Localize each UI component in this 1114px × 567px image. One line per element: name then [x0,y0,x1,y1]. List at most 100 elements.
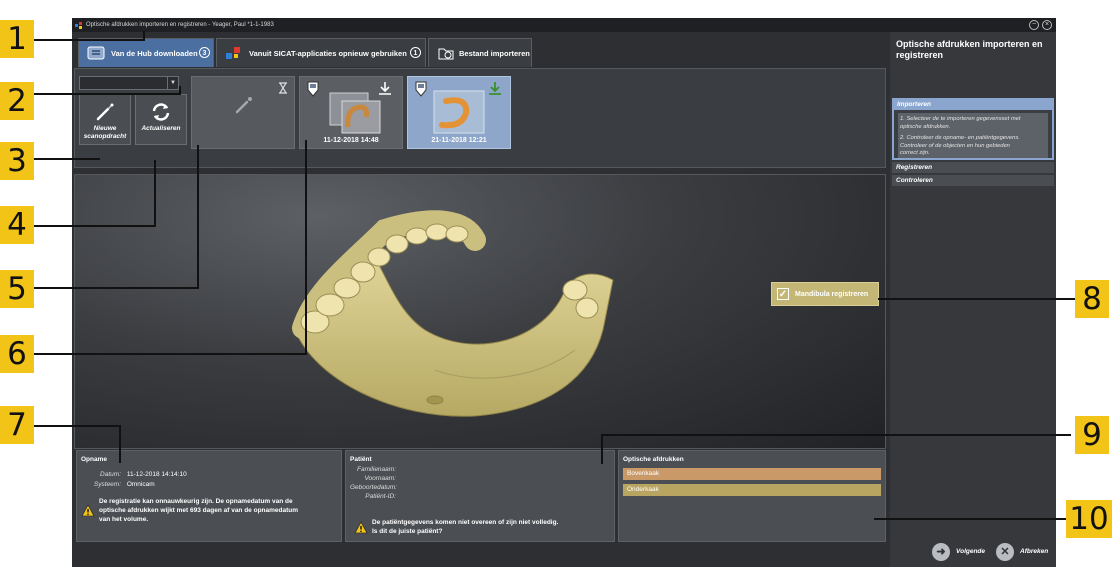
callout-5: 5 [0,270,34,308]
chevron-down-icon: ▼ [167,77,178,89]
sicat-apps-icon [226,47,240,59]
refresh-icon [152,103,170,121]
impression-upper-jaw[interactable]: Bovenkaak [623,468,881,480]
folder-search-icon [438,48,454,60]
leader-line-6b [305,140,307,355]
step-import[interactable]: Importeren 1. Selecteer de te importeren… [892,98,1054,160]
leader-line-2 [34,93,180,95]
next-button[interactable]: ➜ Volgende [932,540,992,564]
tile-date: 11-12-2018 14:48 [323,137,379,144]
leader-line-4b [154,160,156,227]
callout-10: 10 [1066,500,1112,538]
callout-6: 6 [0,335,34,373]
callout-2: 2 [0,82,34,120]
leader-line-9b [601,434,603,464]
close-icon[interactable]: × [1042,20,1052,30]
tab-sicat-label: Vanuit SICAT-applicaties opnieuw gebruik… [249,49,407,58]
patient-warning: De patiëntgegevens komen niet overeen of… [372,519,559,535]
scanner-wand-icon [96,103,114,121]
callout-3: 3 [0,142,34,180]
arrow-right-icon: ➜ [932,543,950,561]
close-icon: ✕ [996,543,1014,561]
leader-line-8 [878,298,1078,300]
tab-hub-label: Van de Hub downloaden [111,49,198,58]
mandibula-register-label: Mandibula registreren [795,291,869,298]
window-title: Optische afdrukken importeren en registr… [86,22,274,28]
leader-line-4 [34,225,154,227]
scanner-device-icon [307,81,319,97]
leader-line-1b [143,31,145,41]
patient-birth-row: Geboortedatum: [350,484,397,491]
step-register[interactable]: Registreren [892,162,1054,173]
tab-sicat-reuse[interactable]: Vanuit SICAT-applicaties opnieuw gebruik… [216,38,426,67]
cancel-label: Afbreken [1020,548,1049,555]
refresh-label: Actualiseren [141,125,181,132]
instruction-1: 1. Selecteer de te importeren gegevensse… [900,116,1021,130]
warning-icon [354,521,368,534]
scanner-wand-icon [235,97,252,114]
impressions-panel: Optische afdrukken Bovenkaak Onderkaak [618,450,886,542]
recording-title: Opname [81,456,108,463]
mandibula-register-checkbox[interactable]: ✓ Mandibula registreren [771,282,879,306]
leader-line-6 [34,353,306,355]
dataset-tile-2-selected[interactable]: 21-11-2018 12:21 [407,76,511,149]
impression-lower-jaw[interactable]: Onderkaak [623,484,881,496]
app-logo-icon [75,22,82,29]
new-scan-order-button[interactable]: Nieuwe scanopdracht [79,94,131,145]
tab-file-label: Bestand importeren [459,49,530,58]
dataset-tile-pending[interactable] [191,76,295,149]
recording-system-row: Systeem: Omnicam [93,481,155,488]
tab-hub-badge: 3 [199,47,210,58]
recording-date-value: 11-12-2018 14:14:10 [126,471,187,478]
callout-7: 7 [0,406,34,444]
minimize-icon[interactable]: − [1029,20,1039,30]
leader-line-2b [179,86,181,95]
patient-panel: Patiënt Familienaam: Voornaam: Geboorted… [345,450,615,542]
cancel-button[interactable]: ✕ Afbreken [996,540,1054,564]
tab-hub-download[interactable]: Van de Hub downloaden 3 [78,38,214,67]
recording-system-value: Omnicam [126,481,155,488]
impression-preview-icon [433,90,485,134]
callout-4: 4 [0,206,34,244]
callout-8: 8 [1075,280,1109,318]
user-dropdown[interactable]: ▼ [79,76,179,90]
lower-jaw-model [292,210,614,417]
leader-line-7b [119,425,121,463]
patient-title: Patiënt [350,456,372,463]
scanner-device-icon [415,81,427,97]
dataset-tile-1[interactable]: 11-12-2018 14:48 [299,76,403,149]
callout-9: 9 [1075,416,1109,454]
impressions-title: Optische afdrukken [623,456,684,463]
hub-icon [87,46,105,60]
leader-line-7 [34,425,120,427]
leader-line-1 [34,39,144,41]
step-import-label: Importeren [894,100,1052,110]
download-complete-icon [489,82,501,95]
refresh-button[interactable]: Actualiseren [135,94,187,145]
next-label: Volgende [956,548,986,555]
app-window: Optische afdrukken importeren en registr… [72,18,1056,567]
patient-id-row: Patiënt-ID: [365,493,396,500]
workflow-title: Optische afdrukken importeren en registr… [896,39,1043,60]
leader-line-9 [601,434,1071,436]
patient-first-row: Voornaam: [364,475,396,482]
step-import-instructions: 1. Selecteer de te importeren gegevensse… [898,113,1048,158]
patient-family-row: Familienaam: [356,466,396,473]
title-bar: Optische afdrukken importeren en registr… [72,18,1056,32]
checkmark-icon: ✓ [777,288,789,300]
recording-date-row: Datum: 11-12-2018 14:14:10 [100,471,187,478]
leader-line-10 [874,518,1074,520]
recording-panel: Opname Datum: 11-12-2018 14:14:10 Systee… [76,450,342,542]
tab-file-import[interactable]: Bestand importeren [428,38,532,67]
dataset-strip: ▼ Nieuwe scanopdracht Actualiseren 11-12… [74,68,886,168]
leader-line-5 [34,287,198,289]
hourglass-icon [279,82,287,94]
leader-line-3 [34,158,100,160]
new-scan-order-label: Nieuwe scanopdracht [83,125,127,140]
impression-preview-icon [329,92,381,134]
warning-icon [81,504,95,517]
recording-warning: De registratie kan onnauwkeurig zijn. De… [99,498,299,523]
leader-line-5b [197,145,199,289]
step-check[interactable]: Controleren [892,175,1054,186]
3d-viewport[interactable]: ✓ Mandibula registreren [74,174,886,449]
